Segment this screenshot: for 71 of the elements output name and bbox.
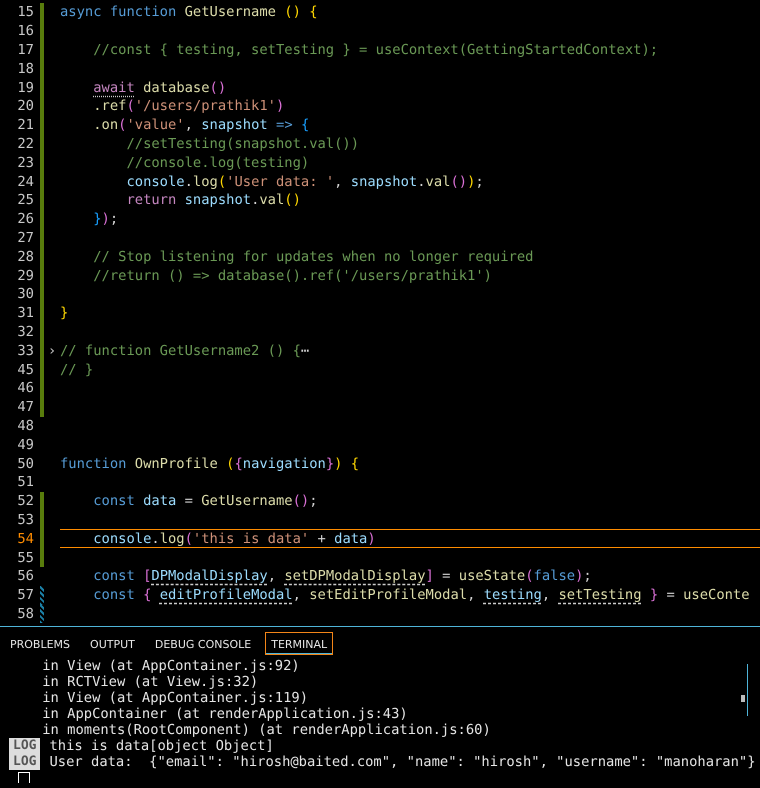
log-badge: LOG [9, 738, 40, 754]
code-line: } [60, 305, 68, 322]
code-line: //console.log(testing) [125, 154, 310, 171]
code-line: .on('value', snapshot => { [92, 117, 310, 134]
terminal-line: this is data[object Object] [49, 738, 274, 754]
code-line: //return () => database().ref('/users/prathik1') [92, 268, 492, 284]
terminal-cursor [18, 772, 30, 783]
panel-tab[interactable]: DEBUG CONSOLE [148, 632, 258, 655]
line-number: 52 [16, 493, 34, 510]
line-number: 16 [16, 23, 34, 40]
line-number: 58 [16, 606, 34, 622]
line-number: 31 [16, 305, 34, 322]
line-number: 20 [16, 98, 34, 114]
line-number: 57 [16, 587, 34, 604]
code-line: console.log('this is data' + data) [92, 530, 376, 547]
line-number: 55 [16, 550, 34, 566]
code-line: //setTesting(snapshot.val()) [125, 136, 360, 152]
terminal-line: in View (at AppContainer.js:92) [41, 658, 300, 674]
code-line: //const { testing, setTesting } = useContext(GettingStartedContext); [92, 42, 658, 58]
code-editor[interactable] [0, 0, 760, 627]
line-number: 17 [16, 42, 34, 58]
line-number: 32 [16, 324, 34, 340]
line-number: 19 [16, 80, 34, 96]
code-line: // } [60, 362, 94, 378]
terminal-line: in View (at AppContainer.js:119) [41, 690, 308, 706]
line-number: 21 [16, 117, 34, 134]
code-line: function OwnProfile ({navigation}) { [60, 456, 360, 472]
line-number: 22 [16, 136, 34, 152]
line-number: 54 [16, 530, 34, 547]
code-line: // Stop listening for updates when no longer required [92, 248, 534, 265]
line-number: 28 [16, 248, 34, 265]
scrollbar-track[interactable] [747, 664, 748, 716]
line-number: 25 [16, 192, 34, 208]
line-number: 46 [16, 380, 34, 396]
line-number: 45 [16, 362, 34, 378]
line-number: 30 [16, 286, 34, 302]
log-badge: LOG [9, 754, 40, 770]
panel-tab[interactable]: TERMINAL [265, 632, 334, 655]
terminal-line: in RCTView (at View.js:32) [41, 674, 258, 690]
line-number: 24 [16, 174, 34, 190]
line-number: 48 [16, 418, 34, 434]
line-number: 27 [16, 230, 34, 246]
code-line: .ref('/users/prathik1') [92, 98, 284, 114]
line-number: 50 [16, 456, 34, 472]
panel-tab[interactable]: PROBLEMS [4, 632, 76, 655]
line-number: 56 [16, 568, 34, 584]
line-number: 15 [16, 4, 34, 20]
code-line: await database() [92, 80, 226, 96]
line-number: 49 [16, 436, 34, 453]
line-number: 33 [16, 342, 34, 359]
code-line: // function GetUsername2 () {⋯ [60, 342, 310, 359]
code-line: const [DPModalDisplay, setDPModalDisplay] = useState(false); [92, 568, 592, 584]
code-line: const { editProfileModal, setEditProfileModal, testing, setTesting } = useConte [92, 587, 750, 604]
line-number: 53 [16, 512, 34, 528]
fold-chevron[interactable]: › [44, 342, 60, 359]
line-number: 47 [16, 399, 34, 416]
terminal-line: in AppContainer (at renderApplication.js:43) [41, 706, 408, 722]
panel-tab[interactable]: OUTPUT [84, 632, 141, 655]
code-line: return snapshot.val() [125, 192, 301, 208]
terminal-line: User data: {"email": "hirosh@baited.com", "name": "hirosh", "username": "manoharan"} [49, 754, 756, 770]
terminal-line: in moments(RootComponent) (at renderApplication.js:60) [41, 722, 491, 738]
line-number: 29 [16, 268, 34, 284]
code-line: }); [92, 211, 118, 228]
line-number: 26 [16, 211, 34, 228]
code-line: async function GetUsername () { [60, 4, 318, 20]
line-number: 51 [16, 474, 34, 490]
line-number: 23 [16, 154, 34, 171]
scrollbar-thumb[interactable] [741, 695, 745, 702]
code-line: console.log('User data: ', snapshot.val()); [125, 174, 484, 190]
code-line: const data = GetUsername(); [92, 493, 318, 510]
line-number: 18 [16, 60, 34, 77]
